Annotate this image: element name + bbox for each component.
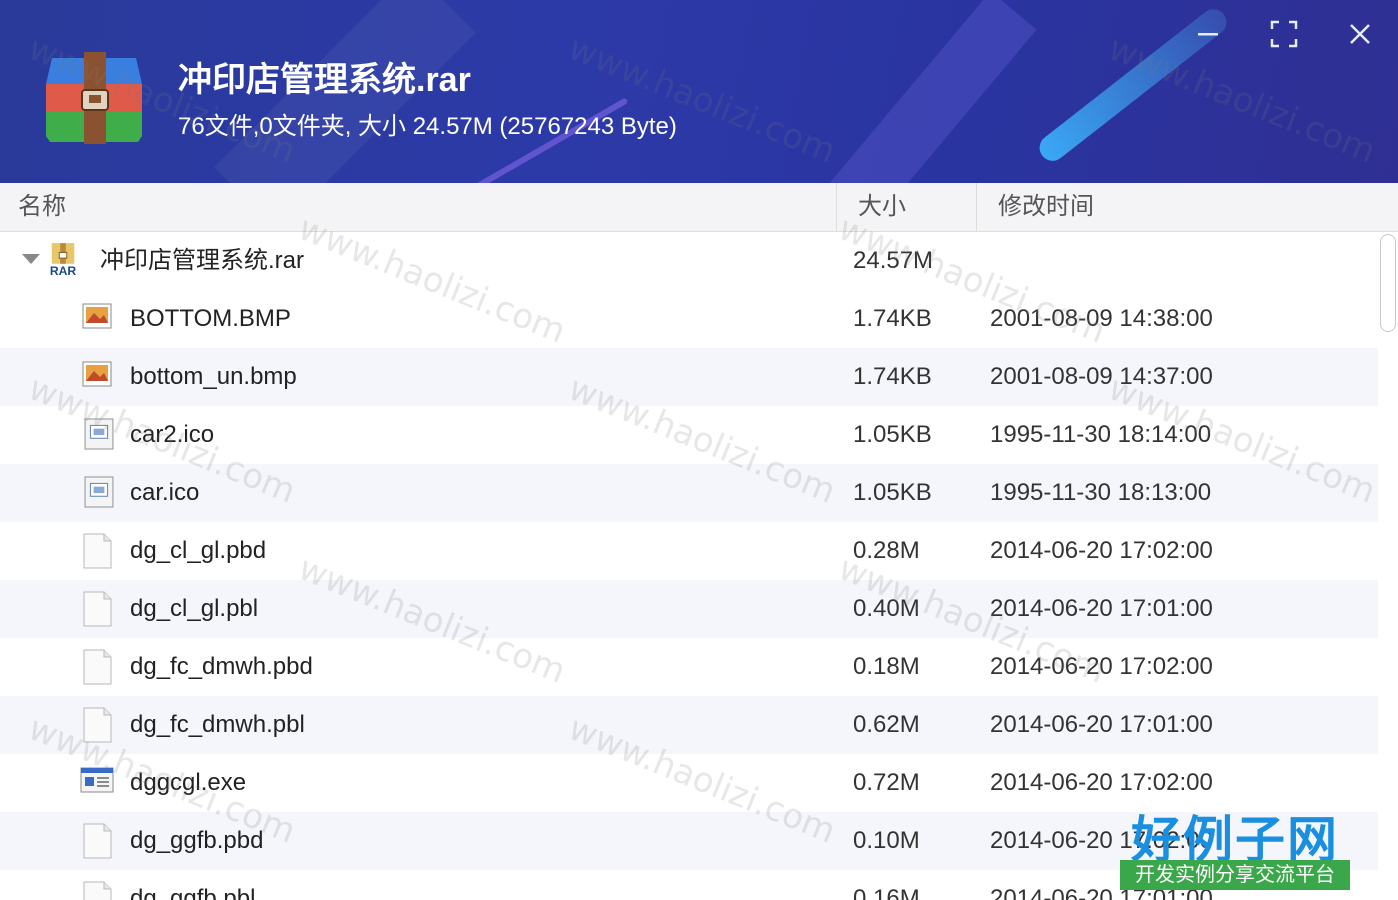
archive-header: 冲印店管理系统.rar 76文件,0文件夹, 大小 24.57M (257672… bbox=[0, 0, 1398, 183]
column-header-size[interactable]: 大小 bbox=[858, 183, 906, 231]
archive-summary: 76文件,0文件夹, 大小 24.57M (25767243 Byte) bbox=[178, 113, 677, 140]
file-modified: 1995-11-30 18:14:00 bbox=[990, 421, 1212, 448]
generic-file-icon bbox=[83, 649, 112, 685]
file-name: dg_ggfb.pbd bbox=[130, 827, 264, 854]
file-size: 0.40M bbox=[853, 595, 920, 622]
archive-root-size: 24.57M bbox=[853, 247, 934, 274]
file-name: dg_fc_dmwh.pbd bbox=[130, 653, 313, 680]
file-size: 0.28M bbox=[853, 537, 920, 564]
scrollbar-thumb[interactable] bbox=[1380, 234, 1396, 332]
archive-root-name: 冲印店管理系统.rar bbox=[100, 247, 304, 274]
file-modified: 2014-06-20 17:02:00 bbox=[990, 537, 1213, 564]
vertical-scrollbar[interactable] bbox=[1378, 232, 1398, 900]
header-decoration bbox=[823, 0, 1037, 183]
close-button[interactable] bbox=[1340, 14, 1380, 54]
file-modified: 1995-11-30 18:13:00 bbox=[990, 479, 1212, 506]
image-file-icon bbox=[82, 303, 112, 329]
file-modified: 2014-06-20 17:02:00 bbox=[990, 653, 1213, 680]
file-name: BOTTOM.BMP bbox=[130, 305, 291, 332]
winrar-app-icon bbox=[46, 52, 142, 144]
generic-file-icon bbox=[83, 533, 112, 569]
file-name: dg_cl_gl.pbl bbox=[130, 595, 259, 622]
file-row[interactable]: car2.ico 1.05KB 1995-11-30 18:14:00 bbox=[0, 406, 1378, 464]
generic-file-icon bbox=[83, 707, 112, 743]
column-header-name[interactable]: 名称 bbox=[18, 183, 66, 231]
archive-title: 冲印店管理系统.rar bbox=[178, 61, 471, 99]
file-name: dg_cl_gl.pbd bbox=[130, 537, 267, 564]
rar-archive-icon: RAR bbox=[50, 243, 77, 278]
file-row[interactable]: dg_cl_gl.pbl 0.40M 2014-06-20 17:01:00 bbox=[0, 580, 1378, 638]
maximize-button[interactable] bbox=[1264, 14, 1304, 54]
exe-file-icon bbox=[80, 767, 114, 793]
column-divider[interactable] bbox=[836, 183, 837, 231]
file-row[interactable]: dg_fc_dmwh.pbl 0.62M 2014-06-20 17:01:00 bbox=[0, 696, 1378, 754]
file-row[interactable]: bottom_un.bmp 1.74KB 2001-08-09 14:37:00 bbox=[0, 348, 1378, 406]
file-modified: 2014-06-20 17:01:00 bbox=[990, 711, 1213, 738]
badge-subtitle: 开发实例分享交流平台 bbox=[1120, 860, 1350, 890]
file-name: bottom_un.bmp bbox=[130, 363, 297, 390]
file-name: car.ico bbox=[130, 479, 200, 506]
generic-file-icon bbox=[83, 823, 112, 859]
file-modified: 2001-08-09 14:37:00 bbox=[990, 363, 1213, 390]
generic-file-icon bbox=[83, 881, 112, 900]
file-size: 1.05KB bbox=[853, 479, 932, 506]
file-modified: 2001-08-09 14:38:00 bbox=[990, 305, 1213, 332]
file-name: dg_fc_dmwh.pbl bbox=[130, 711, 305, 738]
file-row[interactable]: dg_cl_gl.pbd 0.28M 2014-06-20 17:02:00 bbox=[0, 522, 1378, 580]
file-size: 0.72M bbox=[853, 769, 920, 796]
file-name: car2.ico bbox=[130, 421, 215, 448]
column-header-modified[interactable]: 修改时间 bbox=[998, 183, 1094, 231]
fullscreen-icon bbox=[1270, 20, 1298, 48]
collapse-toggle-icon[interactable] bbox=[22, 254, 40, 264]
file-size: 0.10M bbox=[853, 827, 920, 854]
file-row[interactable]: dg_fc_dmwh.pbd 0.18M 2014-06-20 17:02:00 bbox=[0, 638, 1378, 696]
site-badge: 好例子网 开发实例分享交流平台 bbox=[1120, 800, 1350, 892]
column-header-bar: 名称 大小 修改时间 bbox=[0, 183, 1398, 232]
file-size: 0.18M bbox=[853, 653, 920, 680]
file-row[interactable]: car.ico 1.05KB 1995-11-30 18:13:00 bbox=[0, 464, 1378, 522]
close-icon bbox=[1350, 24, 1370, 44]
file-size: 1.05KB bbox=[853, 421, 932, 448]
minimize-icon bbox=[1198, 33, 1218, 36]
ico-file-icon bbox=[84, 476, 114, 508]
file-modified: 2014-06-20 17:01:00 bbox=[990, 595, 1213, 622]
file-size: 1.74KB bbox=[853, 305, 932, 332]
file-size: 0.62M bbox=[853, 711, 920, 738]
file-name: dggcgl.exe bbox=[130, 769, 247, 796]
image-file-icon bbox=[82, 361, 112, 387]
archive-root-row[interactable]: RAR 冲印店管理系统.rar 24.57M bbox=[0, 232, 1378, 290]
file-name: dg_ggfb.pbl bbox=[130, 885, 256, 900]
generic-file-icon bbox=[83, 591, 112, 627]
file-row[interactable]: BOTTOM.BMP 1.74KB 2001-08-09 14:38:00 bbox=[0, 290, 1378, 348]
file-size: 1.74KB bbox=[853, 363, 932, 390]
file-size: 0.16M bbox=[853, 885, 920, 900]
minimize-button[interactable] bbox=[1188, 14, 1228, 54]
ico-file-icon bbox=[84, 418, 114, 450]
column-divider[interactable] bbox=[976, 183, 977, 231]
svg-text:RAR: RAR bbox=[50, 264, 77, 278]
